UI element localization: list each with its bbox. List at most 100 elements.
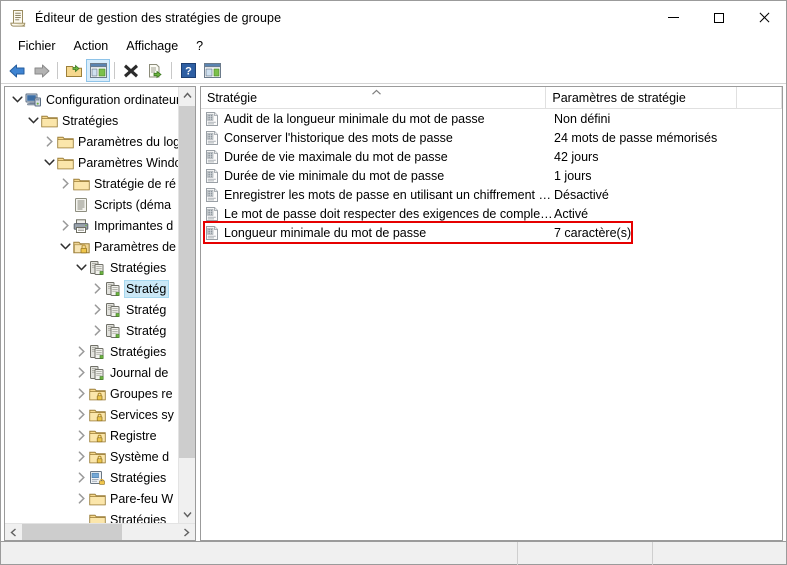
menu-affichage[interactable]: Affichage — [117, 36, 187, 56]
policy-setting-icon — [204, 149, 220, 165]
scroll-left-button[interactable] — [5, 524, 22, 541]
scroll-up-button[interactable] — [179, 87, 195, 104]
tree-node-label: Scripts (déma — [94, 197, 172, 212]
tree-node[interactable]: Paramètres Windo — [5, 152, 178, 173]
tree-node-label: Stratégies — [62, 113, 119, 128]
tree-node[interactable]: Paramètres du log — [5, 131, 178, 152]
tree-node[interactable]: Pare-feu W — [5, 488, 178, 509]
policy-name-cell: Audit de la longueur minimale du mot de … — [224, 111, 485, 126]
table-row[interactable]: Enregistrer les mots de passe en utilisa… — [201, 185, 782, 204]
tree-node[interactable]: Scripts (déma — [5, 194, 178, 215]
table-row[interactable]: Le mot de passe doit respecter des exige… — [201, 204, 782, 223]
tree-node[interactable]: Stratégies — [5, 110, 178, 131]
tree-vertical-scrollbar[interactable] — [178, 87, 195, 523]
tree-node[interactable]: Imprimantes d — [5, 215, 178, 236]
policy-server-icon — [89, 344, 106, 360]
scroll-right-button[interactable] — [178, 524, 195, 541]
table-row[interactable]: Durée de vie minimale du mot de passe 1 j… — [201, 166, 782, 185]
chevron-right-icon[interactable] — [73, 470, 89, 486]
delete-button[interactable] — [119, 59, 143, 82]
tree-node[interactable]: Stratégies — [5, 509, 178, 523]
menu-fichier[interactable]: Fichier — [9, 36, 65, 56]
show-action-pane-button[interactable] — [200, 59, 224, 82]
table-row[interactable]: Longueur minimale du mot de passe 7 carac… — [201, 223, 782, 242]
tree-node[interactable]: Stratég — [5, 278, 178, 299]
column-strategie[interactable]: Stratégie — [201, 87, 547, 108]
chevron-down-icon[interactable] — [73, 260, 89, 276]
policy-setting-icon — [204, 206, 220, 222]
export-list-button[interactable] — [143, 59, 167, 82]
chevron-down-icon[interactable] — [9, 92, 25, 108]
tree-node-label: Registre — [110, 428, 157, 443]
tree-node[interactable]: Paramètres de — [5, 236, 178, 257]
tree-node[interactable]: Stratég — [5, 299, 178, 320]
close-button[interactable] — [741, 1, 786, 34]
show-hide-console-tree-button[interactable] — [86, 59, 110, 82]
minimize-button[interactable] — [651, 1, 696, 34]
up-one-level-button[interactable] — [62, 59, 86, 82]
chevron-down-icon[interactable] — [25, 113, 41, 129]
column-header-label: Paramètres de stratégie — [552, 90, 686, 105]
tree-node-label: Paramètres du log — [78, 134, 178, 149]
folder-lock-icon — [89, 449, 106, 465]
tree-node[interactable]: Stratégie de ré — [5, 173, 178, 194]
tree-scroll-thumb[interactable] — [179, 106, 195, 458]
chevron-right-icon[interactable] — [73, 428, 89, 444]
toolbar-separator — [57, 62, 58, 79]
chevron-right-icon[interactable] — [73, 449, 89, 465]
tree-node-label: Système d — [110, 449, 170, 464]
menu-help[interactable]: ? — [187, 36, 212, 56]
policy-setting-icon — [204, 225, 220, 241]
policy-setting-icon — [204, 187, 220, 203]
tree-node[interactable]: Groupes re — [5, 383, 178, 404]
chevron-right-icon[interactable] — [57, 218, 73, 234]
window-title: Éditeur de gestion des stratégies de gro… — [35, 10, 282, 25]
tree-node[interactable]: Journal de — [5, 362, 178, 383]
list-rows[interactable]: Audit de la longueur minimale du mot de … — [201, 109, 782, 540]
tree-scroll-track[interactable] — [179, 104, 195, 506]
chevron-right-icon[interactable] — [57, 176, 73, 192]
tree-node[interactable]: Stratégies — [5, 467, 178, 488]
column-parametres[interactable]: Paramètres de stratégie — [546, 87, 738, 108]
tree-hscroll-thumb[interactable] — [22, 523, 122, 540]
tree-node[interactable]: Stratégies — [5, 257, 178, 278]
table-row[interactable]: Durée de vie maximale du mot de passe 42 … — [201, 147, 782, 166]
list-column-headers[interactable]: Stratégie Paramètres de stratégie — [201, 87, 782, 109]
tree-node[interactable]: Système d — [5, 446, 178, 467]
tree-node-label: Stratégie de ré — [94, 176, 176, 191]
scroll-down-button[interactable] — [179, 506, 195, 523]
column-extra[interactable] — [737, 87, 782, 108]
tree-node-label: Stratég — [126, 323, 167, 338]
table-row[interactable]: Conserver l'historique des mots de passe… — [201, 128, 782, 147]
chevron-right-icon[interactable] — [73, 344, 89, 360]
back-button[interactable] — [5, 59, 29, 82]
tree-list[interactable]: Configuration ordinateur Stratégies Paramè… — [5, 87, 178, 523]
chevron-down-icon[interactable] — [57, 239, 73, 255]
tree-node[interactable]: Registre — [5, 425, 178, 446]
scripts-icon — [73, 197, 90, 213]
chevron-right-icon[interactable] — [89, 323, 105, 339]
chevron-right-icon[interactable] — [73, 491, 89, 507]
help-button[interactable]: ? — [176, 59, 200, 82]
tree-node[interactable]: Configuration ordinateur — [5, 89, 178, 110]
table-row[interactable]: Audit de la longueur minimale du mot de … — [201, 109, 782, 128]
tree-node[interactable]: Services sy — [5, 404, 178, 425]
chevron-right-icon[interactable] — [73, 365, 89, 381]
chevron-right-icon[interactable] — [41, 134, 57, 150]
chevron-right-icon[interactable] — [73, 407, 89, 423]
folder-icon — [41, 113, 58, 129]
chevron-right-icon[interactable] — [73, 386, 89, 402]
chevron-right-icon[interactable] — [89, 302, 105, 318]
forward-button[interactable] — [29, 59, 53, 82]
tree-node[interactable]: Stratég — [5, 320, 178, 341]
tree-hscroll-track[interactable] — [22, 523, 178, 540]
statusbar — [1, 541, 786, 565]
maximize-button[interactable] — [696, 1, 741, 34]
tree-node[interactable]: Stratégies — [5, 341, 178, 362]
tree-node-label: Groupes re — [110, 386, 173, 401]
chevron-down-icon[interactable] — [41, 155, 57, 171]
menu-action[interactable]: Action — [65, 36, 118, 56]
chevron-right-icon[interactable] — [89, 281, 105, 297]
policy-setting-cell: Désactivé — [554, 187, 609, 202]
tree-horizontal-scrollbar[interactable] — [5, 523, 195, 540]
